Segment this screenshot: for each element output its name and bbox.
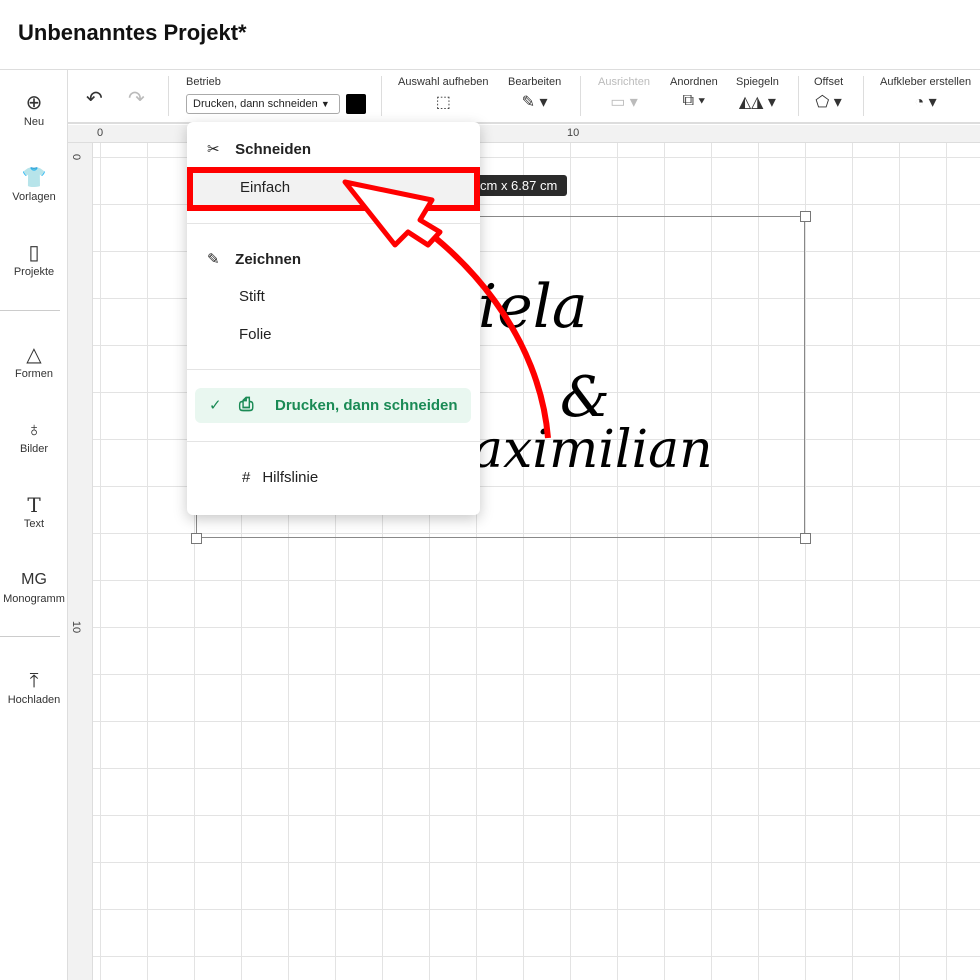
arrow-head <box>342 179 443 248</box>
annotation-arrow <box>342 179 551 439</box>
